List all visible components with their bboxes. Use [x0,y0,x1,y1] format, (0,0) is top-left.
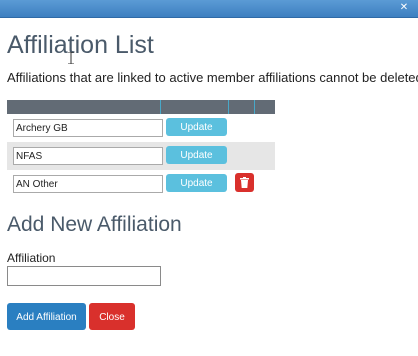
affiliation-dialog: ✕ Affiliation List Affiliations that are… [0,0,418,356]
column-divider [160,100,161,114]
close-button[interactable]: Close [89,303,135,330]
add-affiliation-button[interactable]: Add Affiliation [7,303,86,330]
close-icon[interactable]: ✕ [398,2,410,14]
affiliation-name-input[interactable] [13,175,163,193]
update-button[interactable]: Update [166,174,227,192]
column-divider [254,100,255,114]
deletion-note: Affiliations that are linked to active m… [7,70,418,85]
update-button[interactable]: Update [166,118,227,136]
column-divider [228,100,229,114]
trash-icon [240,177,249,188]
table-row: Update [7,170,275,198]
delete-button[interactable] [235,173,254,192]
new-affiliation-input[interactable] [7,266,161,286]
table-row: Update [7,114,275,142]
affiliation-name-input[interactable] [13,147,163,165]
text-cursor-icon [68,52,74,64]
title-bar[interactable]: ✕ [0,0,418,18]
affiliation-field-label: Affiliation [7,251,56,265]
page-title: Affiliation List [7,31,154,59]
update-button[interactable]: Update [166,146,227,164]
add-section-heading: Add New Affiliation [7,213,182,236]
affiliation-name-input[interactable] [13,119,163,137]
table-header [7,100,275,114]
table-row: Update [7,142,275,170]
